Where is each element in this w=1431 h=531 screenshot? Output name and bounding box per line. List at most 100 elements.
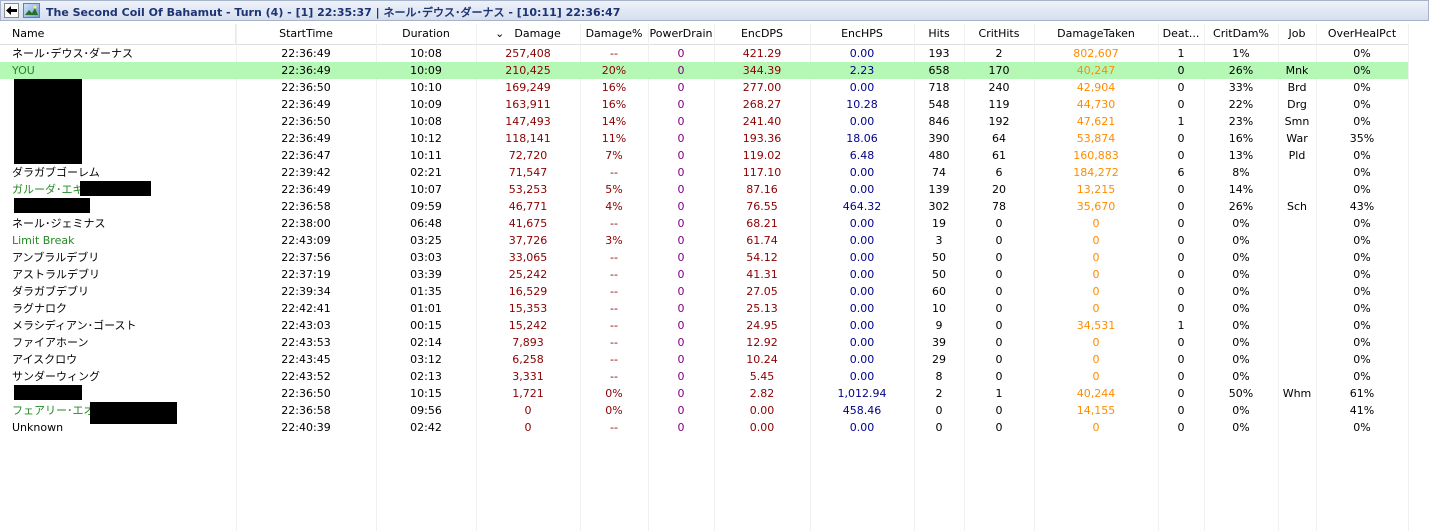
cell-duration: 10:09 xyxy=(410,64,442,77)
column-header-damage[interactable]: ⌄ Damage xyxy=(476,24,581,44)
table-row[interactable]: ダラガブデブリ 22:39:34 01:35 16,529 -- 0 27.05 0.00 60… xyxy=(0,283,1408,300)
cell-hits: 60 xyxy=(932,285,946,298)
table-row[interactable]: ネール･ジェミナス 22:38:00 06:48 41,675 -- 0 68.21 0.00… xyxy=(0,215,1408,232)
cell-name: ネール･ジェミナス xyxy=(12,217,106,230)
cell-hits: 193 xyxy=(928,47,950,60)
cell-pct: -- xyxy=(610,370,618,383)
cell-deaths: 0 xyxy=(1177,200,1185,213)
column-header-taken[interactable]: DamageTaken xyxy=(1034,24,1159,44)
cell-deaths: 0 xyxy=(1177,98,1185,111)
cell-crit: 0 xyxy=(995,217,1003,230)
cell-drain: 0 xyxy=(677,166,685,179)
cell-hps: 0.00 xyxy=(849,336,875,349)
cell-crit: 0 xyxy=(995,404,1003,417)
cell-name: アストラルデブリ xyxy=(12,268,100,281)
column-header-critdam[interactable]: CritDam% xyxy=(1204,24,1279,44)
column-header-overheal[interactable]: OverHealPct xyxy=(1316,24,1409,44)
cell-crit: 0 xyxy=(995,421,1003,434)
cell-job xyxy=(1278,45,1316,62)
cell-duration: 01:35 xyxy=(410,285,442,298)
table-row[interactable]: 22:36:49 10:09 163,911 16% 0 268.27 10.28 548 11… xyxy=(0,96,1408,113)
encounter-table: Name StartTime Duration ⌄ Damage Damage% Power… xyxy=(0,24,1431,531)
cell-overheal: 41% xyxy=(1349,404,1375,417)
cell-taken: 0 xyxy=(1092,234,1100,247)
table-row[interactable]: サンダーウィング 22:43:52 02:13 3,331 -- 0 5.45 0.00 8 0 0… xyxy=(0,368,1408,385)
column-header-crit[interactable]: CritHits xyxy=(964,24,1035,44)
cell-drain: 0 xyxy=(677,183,685,196)
column-header-drain[interactable]: PowerDrain xyxy=(648,24,715,44)
cell-pct: 7% xyxy=(605,149,623,162)
cell-hits: 3 xyxy=(935,234,943,247)
table-row[interactable]: 22:36:50 10:10 169,249 16% 0 277.00 0.00 718 240… xyxy=(0,79,1408,96)
cell-critdam: 0% xyxy=(1232,319,1250,332)
cell-duration: 10:12 xyxy=(410,132,442,145)
cell-hits: 10 xyxy=(932,302,946,315)
cell-drain: 0 xyxy=(677,302,685,315)
cell-deaths: 0 xyxy=(1177,353,1185,366)
table-row[interactable]: Unknown 22:40:39 02:42 0 -- 0 0.00 0.00 0 0 0 0 0% 0% xyxy=(0,419,1408,436)
table-row[interactable]: アンブラルデブリ 22:37:56 03:03 33,065 -- 0 54.12 0.00 5… xyxy=(0,249,1408,266)
cell-drain: 0 xyxy=(677,217,685,230)
cell-job xyxy=(1278,419,1316,436)
cell-damage: 15,353 xyxy=(508,302,548,315)
table-row[interactable]: アイスクロウ 22:43:45 03:12 6,258 -- 0 10.24 0.00 29 0 0… xyxy=(0,351,1408,368)
table-row[interactable]: 22:36:50 10:08 147,493 14% 0 241.40 0.00 846 192… xyxy=(0,113,1408,130)
cell-hits: 302 xyxy=(928,200,950,213)
table-row[interactable]: 22:36:49 10:12 118,141 11% 0 193.36 18.06 390 64… xyxy=(0,130,1408,147)
table-row[interactable]: ファイアホーン 22:43:53 02:14 7,893 -- 0 12.92 0.00 39 0… xyxy=(0,334,1408,351)
cell-damage: 3,331 xyxy=(512,370,544,383)
column-header-hps[interactable]: EncHPS xyxy=(810,24,915,44)
table-row[interactable]: メラシディアン･ゴースト 22:43:03 00:15 15,242 -- 0 24.95 0… xyxy=(0,317,1408,334)
cell-drain: 0 xyxy=(677,81,685,94)
column-header-job[interactable]: Job xyxy=(1278,24,1317,44)
cell-overheal: 61% xyxy=(1349,387,1375,400)
column-header-start[interactable]: StartTime xyxy=(236,24,377,44)
table-row[interactable]: ダラガブゴーレム 22:39:42 02:21 71,547 -- 0 117.10 0.00… xyxy=(0,164,1408,181)
back-arrow-icon[interactable] xyxy=(4,3,19,18)
cell-start: 22:36:50 xyxy=(281,115,331,128)
table-row[interactable]: 22:36:47 10:11 72,720 7% 0 119.02 6.48 480 61 160… xyxy=(0,147,1408,164)
column-header-hits[interactable]: Hits xyxy=(914,24,965,44)
cell-name: ネール･デウス･ダーナス xyxy=(12,47,133,60)
cell-name: メラシディアン･ゴースト xyxy=(12,319,137,332)
cell-critdam: 50% xyxy=(1228,387,1254,400)
column-header-name[interactable]: Name xyxy=(0,24,236,44)
cell-overheal: 0% xyxy=(1353,285,1371,298)
sort-descending-icon: ⌄ xyxy=(495,27,505,40)
cell-damage: 257,408 xyxy=(505,47,551,60)
table-row[interactable]: 22:36:58 09:59 46,771 4% 0 76.55 464.32 302 78 35… xyxy=(0,198,1408,215)
table-row[interactable]: ネール･デウス･ダーナス 22:36:49 10:08 257,408 -- 0 421.2… xyxy=(0,45,1408,62)
table-row[interactable]: 22:36:50 10:15 1,721 0% 0 2.82 1,012.94 2 1 40,24… xyxy=(0,385,1408,402)
cell-hits: 139 xyxy=(928,183,950,196)
cell-crit: 1 xyxy=(995,387,1003,400)
column-header-dps[interactable]: EncDPS xyxy=(714,24,811,44)
table-row[interactable]: Limit Break 22:43:09 03:25 37,726 3% 0 61.74 0.… xyxy=(0,232,1408,249)
table-row[interactable]: フェアリー･エオス 22:36:58 09:56 0 0% 0 0.00 458.46 0 0 14… xyxy=(0,402,1408,419)
cell-damage: 163,911 xyxy=(505,98,551,111)
cell-crit: 240 xyxy=(988,81,1010,94)
table-row[interactable]: アストラルデブリ 22:37:19 03:39 25,242 -- 0 41.31 0.00 5… xyxy=(0,266,1408,283)
cell-dps: 268.27 xyxy=(742,98,782,111)
cell-hits: 480 xyxy=(928,149,950,162)
window-title: The Second Coil Of Bahamut - Turn (4) - … xyxy=(46,6,621,19)
table-row[interactable]: YOU 22:36:49 10:09 210,425 20% 0 344.39 2.23 658… xyxy=(0,62,1408,79)
table-row[interactable]: ガルーダ･エギ 22:36:49 10:07 53,253 5% 0 87.16 0.00 13… xyxy=(0,181,1408,198)
cell-start: 22:37:19 xyxy=(281,268,331,281)
cell-pct: -- xyxy=(610,217,618,230)
column-header-duration[interactable]: Duration xyxy=(376,24,477,44)
column-header-deaths[interactable]: Deat... xyxy=(1158,24,1205,44)
cell-damage: 6,258 xyxy=(512,353,544,366)
cell-job: Brd xyxy=(1287,81,1307,94)
cell-hits: 39 xyxy=(932,336,946,349)
cell-hps: 2.23 xyxy=(849,64,875,77)
cell-overheal: 0% xyxy=(1353,166,1371,179)
cell-hits: 0 xyxy=(935,421,943,434)
cell-hps: 0.00 xyxy=(849,421,875,434)
cell-taken: 0 xyxy=(1092,285,1100,298)
cell-deaths: 0 xyxy=(1177,132,1185,145)
column-header-pct[interactable]: Damage% xyxy=(580,24,649,44)
table-row[interactable]: ラグナロク 22:42:41 01:01 15,353 -- 0 25.13 0.00 10 0 0… xyxy=(0,300,1408,317)
cell-duration: 02:21 xyxy=(410,166,442,179)
redaction-box xyxy=(80,181,151,196)
cell-critdam: 16% xyxy=(1228,132,1254,145)
